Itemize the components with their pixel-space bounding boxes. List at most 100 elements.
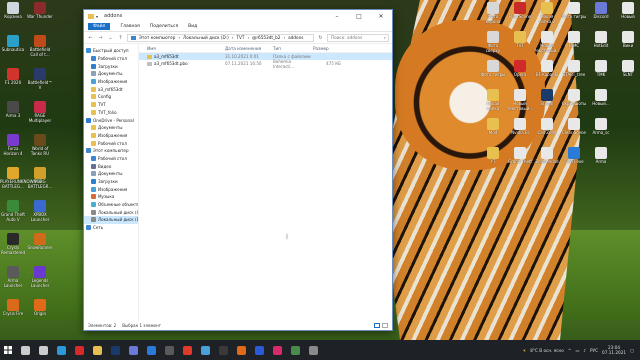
desktop-shortcut[interactable]: OWTI.exe: [561, 147, 587, 165]
desktop-shortcut[interactable]: Новый текстовый...: [507, 89, 533, 111]
desktop-shortcut[interactable]: Opera: [507, 60, 533, 78]
desktop-shortcut[interactable]: Battlefield Call of t...: [27, 35, 53, 57]
forward-arrow-icon[interactable]: →: [97, 35, 104, 41]
notifications-icon[interactable]: ▢: [630, 348, 634, 353]
nav-item[interactable]: Загрузки: [84, 62, 138, 70]
tab-view[interactable]: Вид: [188, 24, 197, 29]
taskbar-task-view-button[interactable]: [34, 340, 52, 360]
desktop-shortcut[interactable]: START_tree: [561, 60, 587, 78]
taskbar-arma-button[interactable]: [160, 340, 178, 360]
start-button[interactable]: [0, 340, 16, 360]
refresh-icon[interactable]: ↻: [317, 35, 324, 41]
navigation-pane[interactable]: Быстрый доступ Рабочий стол Загрузки Докуме…: [84, 44, 139, 321]
desktop-shortcut[interactable]: Subnautica: [0, 35, 26, 53]
taskbar-edge-button[interactable]: [52, 340, 70, 360]
desktop-shortcut[interactable]: Фото тигры: [561, 2, 587, 20]
file-row-folder[interactable]: a3_mf653dt 31.10.2021 0:01 Папка с файла…: [139, 53, 392, 60]
desktop-shortcut[interactable]: TMK: [588, 60, 614, 78]
nav-item[interactable]: Сеть: [84, 224, 138, 232]
close-icon[interactable]: ✕: [370, 10, 392, 22]
column-size[interactable]: Размер: [313, 46, 341, 51]
breadcrumb-3[interactable]: @r6553dt_b2: [252, 35, 280, 40]
file-list[interactable]: Имя Дата изменения Тип Размер a3_mf653dt…: [139, 44, 392, 321]
minimize-icon[interactable]: –: [326, 10, 348, 22]
desktop-shortcut[interactable]: HIMC: [561, 31, 587, 49]
desktop-shortcut[interactable]: Скриншоты: [561, 89, 587, 107]
nav-item[interactable]: Изображения: [84, 78, 138, 86]
recent-chevron-icon[interactable]: ⌄: [107, 35, 114, 41]
nav-item[interactable]: Музыка: [84, 193, 138, 201]
desktop-shortcut[interactable]: FloorScene: [507, 2, 533, 20]
desktop-shortcut[interactable]: Battlefield™ V: [27, 68, 53, 90]
taskbar-app-button[interactable]: [286, 340, 304, 360]
taskbar-app2-button[interactable]: [304, 340, 322, 360]
taskbar-opera-button[interactable]: [70, 340, 88, 360]
desktop-shortcut[interactable]: Вики: [615, 31, 640, 49]
volume-icon[interactable]: ♪: [583, 348, 586, 353]
weather-icon[interactable]: ☀: [522, 348, 526, 353]
maximize-icon[interactable]: □: [348, 10, 370, 22]
back-arrow-icon[interactable]: ←: [87, 35, 94, 41]
nav-item[interactable]: Быстрый доступ: [84, 47, 138, 55]
taskbar-search-button[interactable]: [16, 340, 34, 360]
column-type[interactable]: Тип: [273, 46, 313, 51]
up-arrow-icon[interactable]: ↑: [117, 35, 124, 41]
column-name[interactable]: Имя: [139, 46, 225, 51]
taskbar-game-button[interactable]: [214, 340, 232, 360]
desktop-shortcut[interactable]: Фото тигры: [480, 60, 506, 78]
desktop-shortcut[interactable]: Новый текстовый...: [534, 31, 560, 53]
nav-item[interactable]: OneDrive - Personal: [84, 116, 138, 124]
search-input[interactable]: Поиск: addons ⌕: [327, 33, 389, 42]
desktop-shortcut[interactable]: F1 2020: [0, 68, 26, 86]
nav-item[interactable]: Документы: [84, 70, 138, 78]
tab-home[interactable]: Главная: [120, 24, 139, 29]
desktop-shortcut[interactable]: Legends Launcher: [27, 266, 53, 288]
desktop-shortcut[interactable]: PUBG BATTLEGR...: [27, 167, 53, 189]
taskbar-explorer-button[interactable]: [88, 340, 106, 360]
nav-item[interactable]: Этот компьютер: [84, 147, 138, 155]
taskbar-ubisoft-button[interactable]: [250, 340, 268, 360]
clock[interactable]: 23:04 07.11.2021: [602, 345, 626, 355]
taskbar-yandex-button[interactable]: [178, 340, 196, 360]
desktop-shortcut[interactable]: Arma 3: [0, 101, 26, 119]
desktop-shortcut[interactable]: SLNT: [615, 60, 640, 78]
tab-share[interactable]: Поделиться: [150, 24, 178, 29]
taskbar-notepad-button[interactable]: [196, 340, 214, 360]
file-row-pbo[interactable]: a3_mf653dt.pbo 07.11.2021 16:50 Bohemia …: [139, 59, 392, 69]
address-bar[interactable]: Этот компьютер › Локальный диск (D:) › TVT…: [127, 33, 314, 42]
nav-item[interactable]: a3_mf653dt: [84, 85, 138, 93]
desktop-shortcut[interactable]: Nvidia Bi: [507, 118, 533, 136]
desktop-shortcut[interactable]: Новый...: [588, 89, 614, 107]
desktop-shortcut[interactable]: Steam: [534, 89, 560, 107]
desktop-shortcut[interactable]: SnowRunner: [27, 233, 53, 251]
details-view-icon[interactable]: [374, 323, 380, 328]
language-indicator[interactable]: РУС: [590, 348, 598, 353]
weather-text[interactable]: 8°C В осн. ясно: [530, 348, 564, 353]
desktop-shortcut[interactable]: Arma Launcher: [0, 266, 26, 288]
desktop-shortcut[interactable]: Crysis Fire: [0, 299, 26, 317]
desktop-shortcut[interactable]: BF Kapanki: [534, 60, 560, 78]
nav-item[interactable]: Объемные объекты: [84, 201, 138, 209]
explorer-window[interactable]: ▾ addons – □ ✕ Файл Главная Поделиться В…: [83, 9, 393, 331]
desktop-shortcut[interactable]: Новая папка: [480, 89, 506, 111]
chevron-down-icon[interactable]: ▾: [96, 14, 98, 19]
desktop-shortcut[interactable]: PLAYERUNKNOWN'S BATTLEG...: [0, 167, 40, 189]
breadcrumb-4[interactable]: addons: [288, 35, 303, 40]
taskbar-vscode-button[interactable]: [142, 340, 160, 360]
title-bar[interactable]: ▾ addons – □ ✕: [84, 10, 392, 22]
desktop-shortcut[interactable]: Clear Scene: [561, 118, 587, 136]
taskbar-discord-button[interactable]: [124, 340, 142, 360]
desktop-shortcut[interactable]: XPBOX Launcher: [27, 200, 53, 222]
desktop-shortcut[interactable]: Arma: [588, 147, 614, 165]
desktop-shortcut[interactable]: Forza Horizon 4: [0, 134, 26, 156]
desktop-shortcut[interactable]: Новая папка 2: [534, 2, 560, 24]
tray-chevron-icon[interactable]: ^: [568, 348, 572, 353]
desktop-shortcut[interactable]: HotEdit: [588, 31, 614, 49]
desktop-shortcut[interactable]: Zemil sklad: [534, 147, 560, 165]
desktop-shortcut[interactable]: Discord: [588, 2, 614, 20]
desktop-shortcut[interactable]: TVT: [507, 31, 533, 49]
nav-item[interactable]: Изображения: [84, 132, 138, 140]
desktop-shortcut[interactable]: Корзина: [0, 2, 26, 20]
nav-item[interactable]: TVT: [84, 101, 138, 109]
taskbar-origin-button[interactable]: [232, 340, 250, 360]
